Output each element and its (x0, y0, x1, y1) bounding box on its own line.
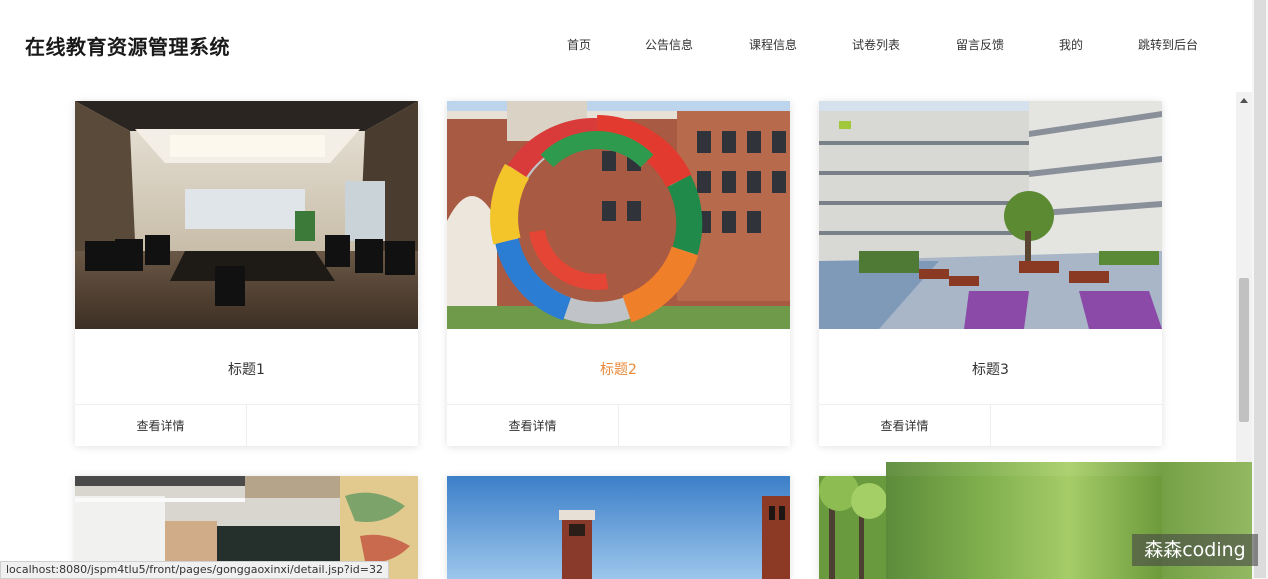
main-nav: 首页 公告信息 课程信息 试卷列表 留言反馈 我的 跳转到后台 (0, 36, 1252, 56)
nav-home[interactable]: 首页 (567, 36, 591, 53)
content-scrollbar-thumb[interactable] (1239, 278, 1249, 422)
card-title[interactable]: 标题3 (819, 359, 1162, 379)
announcement-card[interactable]: 标题2 查看详情 (447, 101, 790, 447)
card-actions: 查看详情 (819, 404, 1162, 447)
status-bar-url: localhost:8080/jspm4tlu5/front/pages/gon… (0, 561, 389, 579)
card-title[interactable]: 标题2 (447, 359, 790, 379)
nav-courses[interactable]: 课程信息 (749, 36, 797, 53)
window-scrollbar[interactable] (1252, 0, 1268, 579)
scroll-up-icon[interactable] (1240, 98, 1248, 103)
card-image-conference-room[interactable] (75, 101, 418, 329)
announcement-card[interactable] (447, 476, 790, 579)
card-image-clock-tower[interactable] (447, 476, 790, 579)
announcement-card[interactable]: 标题3 查看详情 (819, 101, 1162, 447)
card-image-sculpture[interactable] (447, 101, 790, 329)
card-actions: 查看详情 (447, 404, 790, 447)
card-image-courtyard[interactable] (819, 101, 1162, 329)
window-scrollbar-thumb[interactable] (1254, 0, 1266, 578)
card-title[interactable]: 标题1 (75, 359, 418, 379)
nav-my[interactable]: 我的 (1059, 36, 1083, 53)
site-header: 在线教育资源管理系统 首页 公告信息 课程信息 试卷列表 留言反馈 我的 跳转到… (0, 0, 1252, 92)
announcement-card[interactable]: 标题1 查看详情 (75, 101, 418, 447)
nav-feedback[interactable]: 留言反馈 (956, 36, 1004, 53)
nav-admin[interactable]: 跳转到后台 (1138, 36, 1198, 53)
view-details-button[interactable]: 查看详情 (75, 405, 247, 447)
watermark: 森森coding (1132, 534, 1258, 566)
card-actions: 查看详情 (75, 404, 418, 447)
view-details-button[interactable]: 查看详情 (819, 405, 991, 447)
nav-announcements[interactable]: 公告信息 (645, 36, 693, 53)
nav-exams[interactable]: 试卷列表 (852, 36, 900, 53)
view-details-button[interactable]: 查看详情 (447, 405, 619, 447)
content-scrollbar[interactable] (1236, 92, 1252, 464)
